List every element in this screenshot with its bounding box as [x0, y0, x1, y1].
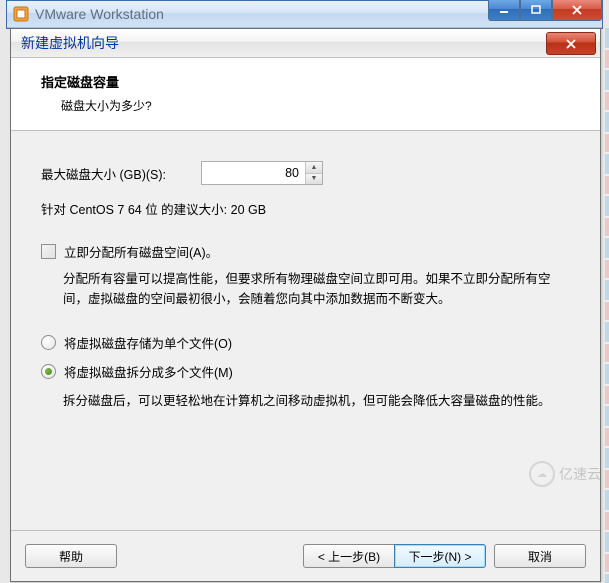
recommended-size-text: 针对 CentOS 7 64 位 的建议大小: 20 GB — [41, 199, 570, 218]
disk-size-row: 最大磁盘大小 (GB)(S): 80 ▲ ▼ — [41, 161, 570, 185]
watermark-text: 亿速云 — [559, 464, 601, 484]
store-single-file-row[interactable]: 将虚拟磁盘存储为单个文件(O) — [41, 333, 570, 352]
wizard-titlebar[interactable]: 新建虚拟机向导 — [11, 29, 600, 58]
wizard-header: 指定磁盘容量 磁盘大小为多少? — [11, 58, 600, 131]
spinner-up-icon[interactable]: ▲ — [306, 162, 322, 174]
allocate-description: 分配所有容量可以提高性能，但要求所有物理磁盘空间立即可用。如果不立即分配所有空间… — [63, 269, 570, 309]
wizard-heading: 指定磁盘容量 — [41, 72, 580, 91]
wizard-footer: 帮助 < 上一步(B) 下一步(N) > 取消 — [11, 530, 600, 581]
maximize-button[interactable] — [520, 0, 552, 21]
background-strip — [605, 28, 609, 583]
allocate-now-checkbox-row[interactable]: 立即分配所有磁盘空间(A)。 — [41, 242, 570, 261]
help-button[interactable]: 帮助 — [25, 544, 117, 568]
app-icon — [13, 6, 29, 22]
split-multiple-files-row[interactable]: 将虚拟磁盘拆分成多个文件(M) — [41, 362, 570, 381]
store-single-file-label: 将虚拟磁盘存储为单个文件(O) — [64, 333, 232, 352]
window-controls — [488, 0, 602, 21]
cloud-icon: ☁ — [529, 461, 555, 487]
split-multiple-files-radio[interactable] — [41, 364, 56, 379]
wizard-subheading: 磁盘大小为多少? — [61, 97, 580, 114]
split-multiple-files-label: 将虚拟磁盘拆分成多个文件(M) — [64, 362, 233, 381]
allocate-now-checkbox[interactable] — [41, 244, 56, 259]
wizard-title: 新建虚拟机向导 — [21, 33, 119, 53]
minimize-button[interactable] — [488, 0, 520, 21]
disk-size-input[interactable]: 80 ▲ ▼ — [201, 161, 323, 185]
wizard-window: 新建虚拟机向导 指定磁盘容量 磁盘大小为多少? 最大磁盘大小 (GB)(S): … — [10, 28, 601, 582]
wizard-body: 最大磁盘大小 (GB)(S): 80 ▲ ▼ 针对 CentOS 7 64 位 … — [11, 131, 600, 530]
close-button[interactable] — [552, 0, 602, 21]
allocate-now-label: 立即分配所有磁盘空间(A)。 — [64, 242, 218, 261]
spinner-down-icon[interactable]: ▼ — [306, 174, 322, 185]
back-button[interactable]: < 上一步(B) — [303, 544, 395, 568]
app-titlebar[interactable]: VMware Workstation — [7, 1, 602, 28]
disk-size-value[interactable]: 80 — [202, 162, 305, 184]
app-title: VMware Workstation — [35, 6, 164, 22]
disk-size-label: 最大磁盘大小 (GB)(S): — [41, 164, 201, 183]
wizard-close-button[interactable] — [546, 32, 596, 55]
store-single-file-radio[interactable] — [41, 335, 56, 350]
watermark: ☁ 亿速云 — [529, 461, 601, 487]
cancel-button[interactable]: 取消 — [494, 544, 586, 568]
spinner-buttons: ▲ ▼ — [305, 162, 322, 184]
split-description: 拆分磁盘后，可以更轻松地在计算机之间移动虚拟机，但可能会降低大容量磁盘的性能。 — [63, 391, 570, 411]
app-window: VMware Workstation — [6, 0, 603, 29]
next-button[interactable]: 下一步(N) > — [394, 544, 486, 568]
